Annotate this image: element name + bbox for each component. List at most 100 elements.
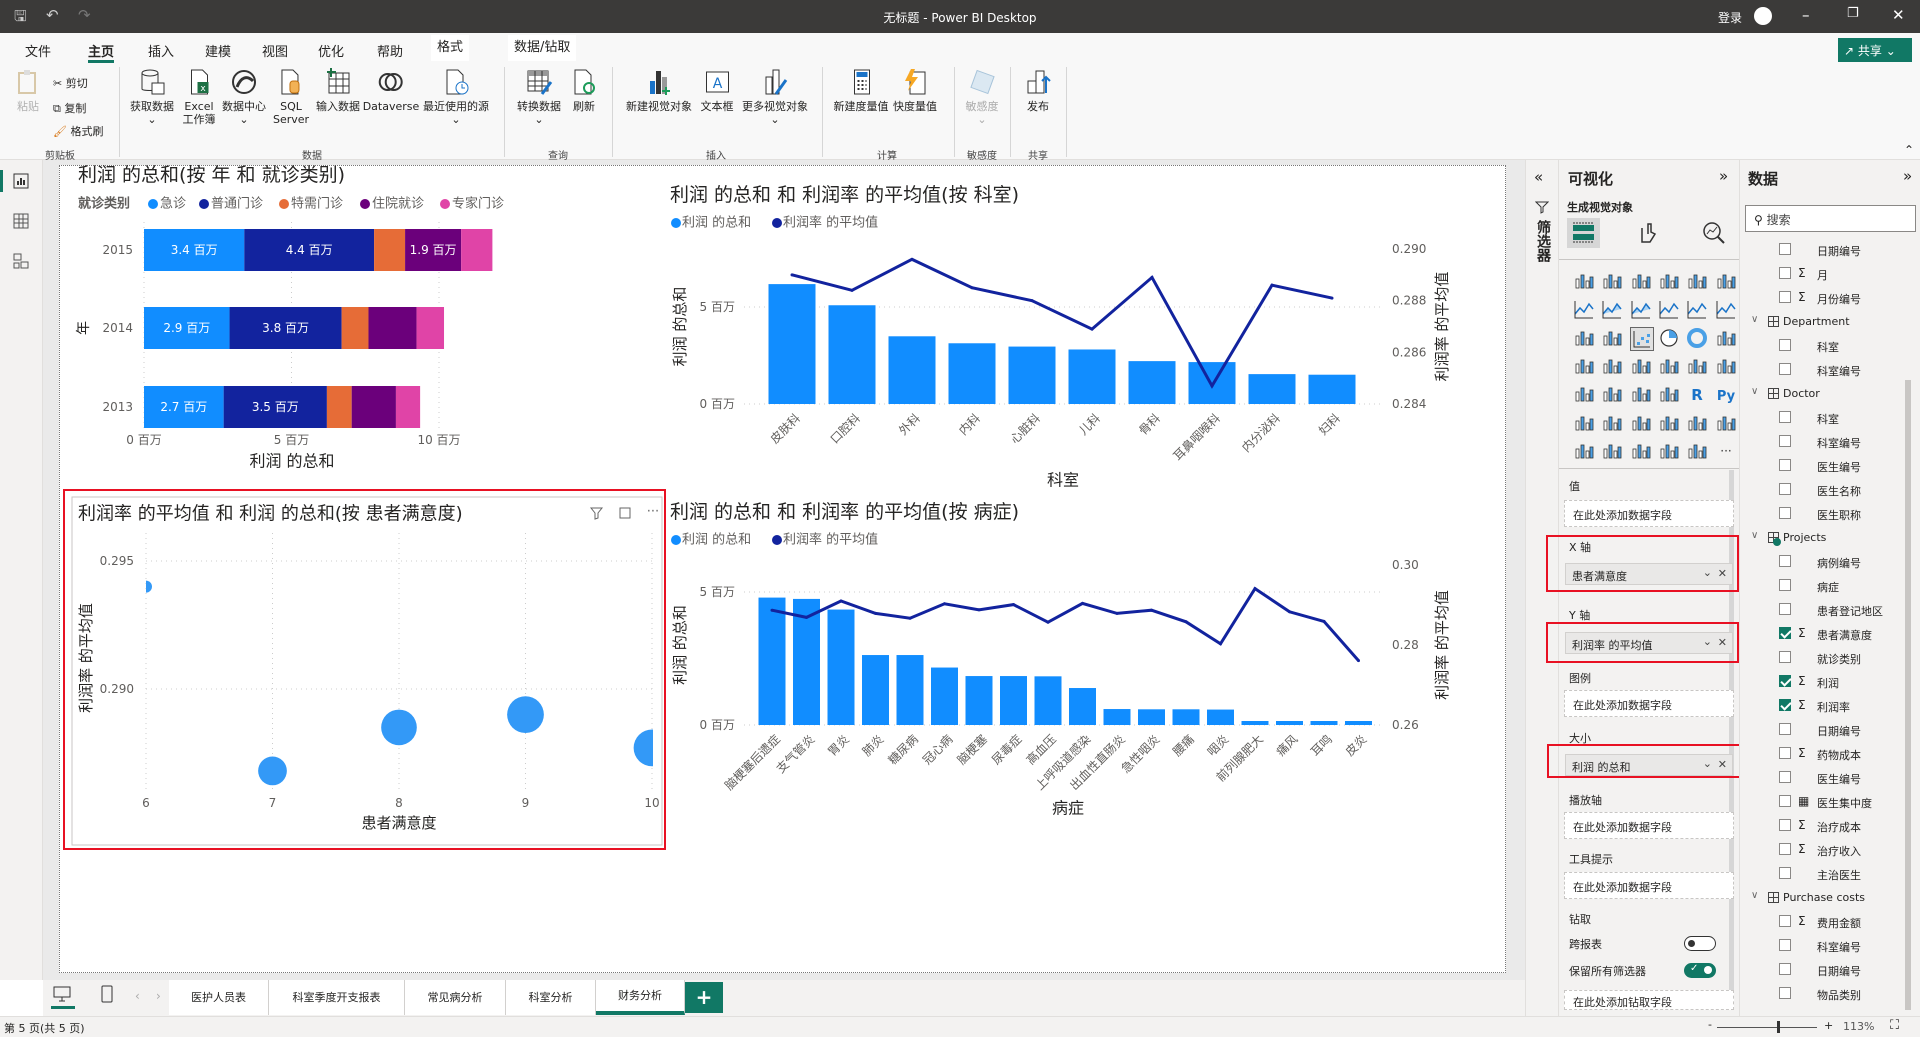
table-view-icon[interactable] bbox=[12, 212, 30, 230]
refresh-button[interactable]: 刷新 bbox=[569, 67, 599, 113]
sensitivity-button[interactable]: 敏感度 ⌄ bbox=[966, 67, 999, 126]
bar-segment[interactable] bbox=[461, 229, 493, 271]
field-item[interactable]: Σ 费用金额 bbox=[1740, 912, 1910, 932]
field-checkbox[interactable] bbox=[1779, 267, 1791, 279]
bubble[interactable] bbox=[507, 696, 544, 733]
data-hub-button[interactable]: 数据中心 ⌄ bbox=[222, 67, 266, 126]
model-view-icon[interactable] bbox=[12, 252, 30, 270]
line-stacked-column-visual-icon[interactable] bbox=[1686, 298, 1710, 322]
field-item[interactable]: 医生名称 bbox=[1740, 480, 1910, 500]
line-point[interactable] bbox=[943, 602, 946, 606]
zoom-out-button[interactable]: - bbox=[1708, 1018, 1712, 1031]
field-item[interactable]: ▦ 医生集中度 bbox=[1740, 792, 1910, 812]
bubble[interactable] bbox=[140, 580, 152, 593]
text-box-button[interactable]: A 文本框 bbox=[701, 67, 734, 113]
table-visual-icon[interactable] bbox=[1630, 383, 1654, 407]
chevron-down-icon[interactable]: ⌄ bbox=[1703, 757, 1712, 770]
field-checkbox[interactable] bbox=[1779, 747, 1791, 759]
power-apps-visual-icon[interactable] bbox=[1658, 440, 1682, 464]
table-node[interactable]: ∨ Purchase costs bbox=[1740, 888, 1910, 908]
bar[interactable] bbox=[1345, 721, 1372, 725]
field-checkbox[interactable] bbox=[1779, 243, 1791, 255]
field-item[interactable]: 就诊类别 bbox=[1740, 648, 1910, 668]
line-point[interactable] bbox=[790, 273, 794, 277]
line-point[interactable] bbox=[977, 608, 981, 612]
100-stacked-column-visual-icon[interactable] bbox=[1715, 270, 1739, 294]
desktop-layout-icon[interactable] bbox=[53, 986, 71, 1002]
chevron-down-icon[interactable]: ⌄ bbox=[1703, 566, 1712, 579]
field-checkbox[interactable] bbox=[1779, 675, 1791, 687]
paginated-report-visual-icon[interactable] bbox=[1715, 412, 1739, 436]
line-point[interactable] bbox=[1288, 610, 1291, 614]
avatar-icon[interactable] bbox=[1754, 7, 1772, 25]
line-point[interactable] bbox=[1184, 620, 1188, 624]
field-checkbox[interactable] bbox=[1779, 507, 1791, 519]
prev-page-icon[interactable]: ‹ bbox=[135, 989, 140, 1003]
smart-narrative-visual-icon[interactable] bbox=[1658, 412, 1682, 436]
bar[interactable] bbox=[948, 343, 996, 404]
close-icon[interactable]: ✕ bbox=[1892, 6, 1905, 24]
bar[interactable] bbox=[828, 305, 876, 404]
line-point[interactable] bbox=[1210, 384, 1214, 388]
y-axis-field[interactable]: 利润率 的平均值 ⌄ ✕ bbox=[1565, 632, 1733, 654]
line-visual-icon[interactable] bbox=[1573, 298, 1597, 322]
field-checkbox[interactable] bbox=[1779, 459, 1791, 471]
expand-filters-icon[interactable]: « bbox=[1534, 168, 1543, 186]
bar[interactable] bbox=[1308, 374, 1356, 404]
line-clustered-column-visual-icon[interactable] bbox=[1658, 298, 1682, 322]
decomposition-tree-visual-icon[interactable] bbox=[1601, 412, 1625, 436]
field-checkbox[interactable] bbox=[1779, 651, 1791, 663]
100-stacked-bar-visual-icon[interactable] bbox=[1686, 270, 1710, 294]
R-visual-icon[interactable]: R bbox=[1686, 383, 1710, 407]
keep-filters-toggle[interactable]: ✓ bbox=[1684, 963, 1716, 978]
field-item[interactable]: 病例编号 bbox=[1740, 552, 1910, 572]
new-visual-button[interactable]: 新建视觉对象 bbox=[626, 67, 692, 113]
field-item[interactable]: 科室编号 bbox=[1740, 432, 1910, 452]
menu-tab[interactable]: 文件 bbox=[25, 41, 51, 60]
enter-data-button[interactable]: 输入数据 bbox=[316, 67, 360, 113]
field-item[interactable]: 科室 bbox=[1740, 408, 1910, 428]
field-item[interactable]: 主治医生 bbox=[1740, 864, 1910, 884]
waterfall-visual-icon[interactable] bbox=[1573, 327, 1597, 351]
map-visual-icon[interactable] bbox=[1573, 355, 1597, 379]
field-checkbox[interactable] bbox=[1779, 963, 1791, 975]
format-painter-button[interactable]: 🖌 格式刷 bbox=[53, 123, 103, 139]
share-button[interactable]: ↗ 共享 ⌄ bbox=[1838, 38, 1912, 62]
line-series[interactable] bbox=[771, 586, 1360, 662]
field-item[interactable]: 科室编号 bbox=[1740, 360, 1910, 380]
minimize-icon[interactable]: – bbox=[1802, 6, 1810, 24]
stacked-column-visual-icon[interactable] bbox=[1601, 270, 1625, 294]
field-checkbox[interactable] bbox=[1779, 291, 1791, 303]
bubble[interactable] bbox=[381, 709, 417, 746]
sql-server-button[interactable]: SQL Server bbox=[273, 67, 309, 126]
field-checkbox[interactable] bbox=[1779, 915, 1791, 927]
chevron-down-icon[interactable]: ∨ bbox=[1751, 890, 1758, 901]
paste-button[interactable]: 粘贴 bbox=[13, 67, 43, 113]
bar[interactable] bbox=[1241, 721, 1269, 725]
legend-well[interactable]: 在此处添加数据字段 bbox=[1564, 690, 1734, 717]
field-checkbox[interactable] bbox=[1779, 987, 1791, 999]
field-item[interactable]: 物品类别 bbox=[1740, 984, 1910, 1004]
line-point[interactable] bbox=[1270, 283, 1274, 287]
page-tab[interactable]: 医护人员表 bbox=[169, 980, 269, 1015]
mobile-layout-icon[interactable] bbox=[101, 985, 113, 1003]
bar-segment[interactable] bbox=[374, 229, 406, 271]
bar[interactable] bbox=[827, 609, 855, 725]
gauge-visual-icon[interactable] bbox=[1658, 355, 1682, 379]
fit-to-page-icon[interactable]: ⛶ bbox=[1890, 1018, 1899, 1033]
line-point[interactable] bbox=[839, 599, 843, 603]
new-slicer-visual-icon[interactable] bbox=[1601, 440, 1625, 464]
line-point[interactable] bbox=[970, 286, 974, 290]
ribbon-visual-icon[interactable] bbox=[1715, 298, 1739, 322]
field-checkbox[interactable] bbox=[1779, 939, 1791, 951]
field-checkbox[interactable] bbox=[1779, 699, 1791, 711]
bar[interactable] bbox=[1172, 709, 1200, 725]
funnel-visual-icon[interactable] bbox=[1601, 327, 1625, 351]
donut-visual-icon[interactable] bbox=[1686, 327, 1710, 351]
line-point[interactable] bbox=[910, 257, 914, 261]
filled-map-visual-icon[interactable] bbox=[1601, 355, 1625, 379]
cut-button[interactable]: ✂ 剪切 bbox=[53, 75, 88, 91]
field-item[interactable]: 日期编号 bbox=[1740, 720, 1910, 740]
bar[interactable] bbox=[888, 336, 936, 404]
line-point[interactable] bbox=[1090, 327, 1094, 331]
